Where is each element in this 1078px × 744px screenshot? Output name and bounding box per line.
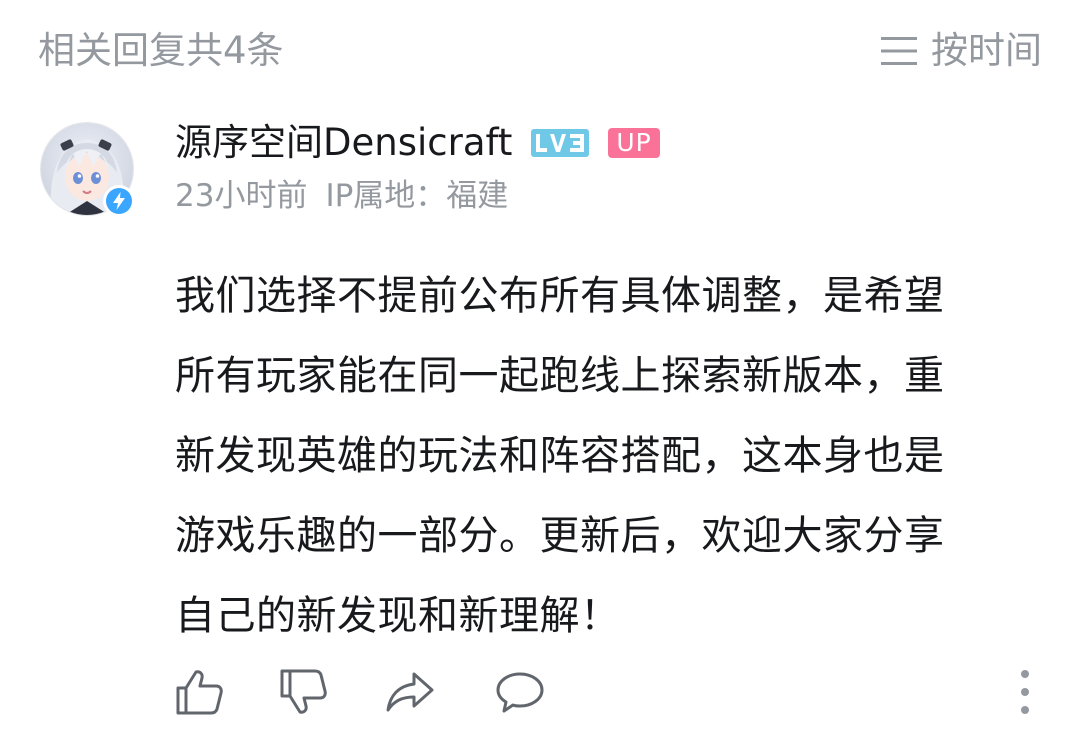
avatar[interactable]	[40, 122, 136, 218]
content-line: 新发现英雄的玩法和阵容搭配，这本身也是	[175, 433, 945, 479]
verified-lightning-icon	[103, 185, 135, 217]
level-badge-icon	[531, 129, 590, 157]
content-line: 游戏乐趣的一部分。更新后，欢迎大家分享	[175, 513, 945, 559]
username-row: 源序空间Densicraft UP	[175, 120, 660, 166]
more-vertical-icon[interactable]	[1012, 668, 1038, 716]
comment-icon[interactable]	[494, 666, 546, 718]
up-badge: UP	[608, 128, 660, 158]
content-line: 所有玩家能在同一起跑线上探索新版本，重	[175, 353, 945, 399]
sort-label: 按时间	[931, 29, 1042, 72]
content-line: 自己的新发现和新理解！	[175, 593, 621, 639]
content-line: 我们选择不提前公布所有具体调整，是希望	[175, 273, 945, 319]
username[interactable]: 源序空间Densicraft	[175, 120, 512, 166]
comment-time: 23小时前	[175, 178, 308, 214]
menu-lines-icon	[881, 37, 917, 65]
ip-location: IP属地：福建	[325, 178, 509, 214]
comment-meta: 23小时前 IP属地：福建	[175, 176, 508, 216]
reply-count-title: 相关回复共4条	[38, 29, 284, 72]
thumb-down-icon[interactable]	[278, 666, 330, 718]
comment-action-bar	[0, 656, 1078, 728]
replies-header: 相关回复共4条 按时间	[0, 0, 1078, 100]
share-icon[interactable]	[384, 666, 436, 718]
comment-content: 我们选择不提前公布所有具体调整，是希望 所有玩家能在同一起跑线上探索新版本，重 新发…	[175, 256, 1035, 656]
sort-by-time-button[interactable]: 按时间	[881, 28, 1042, 74]
thumb-up-icon[interactable]	[174, 666, 226, 718]
